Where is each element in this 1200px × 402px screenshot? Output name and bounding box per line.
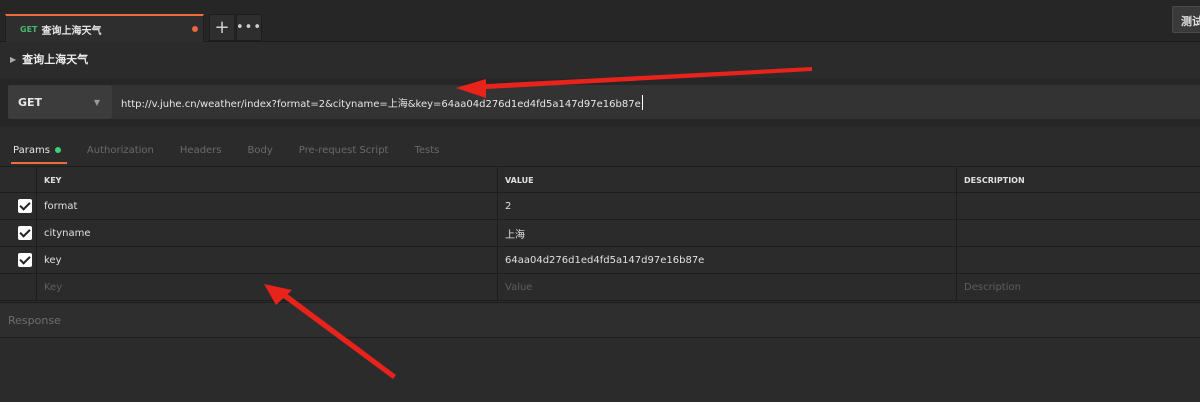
tab-tests[interactable]: Tests — [414, 136, 439, 164]
more-icon: ••• — [236, 20, 263, 35]
tab-authorization[interactable]: Authorization — [87, 136, 154, 164]
table-row: format 2 — [0, 193, 1200, 220]
check-icon[interactable] — [18, 199, 32, 213]
tab-params[interactable]: Params — [11, 136, 67, 164]
tab-body[interactable]: Body — [248, 136, 273, 164]
param-key-field[interactable]: key — [36, 247, 497, 273]
response-panel[interactable]: Response — [0, 302, 1200, 338]
request-name-row: ▶ 查询上海天气 — [0, 44, 1200, 74]
url-bar: GET ▼ http://v.juhe.cn/weather/index?for… — [0, 78, 1200, 126]
request-name[interactable]: 查询上海天气 — [22, 51, 88, 67]
param-value-field[interactable]: 2 — [497, 193, 956, 219]
new-tab-button[interactable]: + — [209, 14, 235, 41]
row-checkbox-cell — [0, 193, 36, 219]
method-select[interactable]: GET ▼ — [8, 85, 112, 119]
param-key-field[interactable]: format — [36, 193, 497, 219]
url-text: http://v.juhe.cn/weather/index?format=2&… — [121, 94, 643, 110]
tab-headers[interactable]: Headers — [180, 136, 222, 164]
response-body-area — [0, 339, 1200, 402]
more-tabs-button[interactable]: ••• — [236, 14, 262, 41]
header-description: DESCRIPTION — [956, 167, 1200, 193]
params-active-dot-icon — [54, 147, 61, 153]
params-table: KEY VALUE DESCRIPTION format 2 cityname … — [0, 166, 1200, 301]
tab-name-label: 查询上海天气 — [41, 25, 102, 37]
new-description-input[interactable]: Description — [956, 274, 1200, 300]
param-description-field[interactable] — [956, 247, 1200, 273]
table-row: key 64aa04d276d1ed4fd5a147d97e16b87e — [0, 247, 1200, 274]
response-label: Response — [8, 313, 61, 327]
request-tabs: Params Authorization Headers Body Pre-re… — [0, 136, 1200, 164]
param-value-field[interactable]: 64aa04d276d1ed4fd5a147d97e16b87e — [497, 247, 956, 273]
unsaved-dot-icon — [192, 26, 198, 32]
header-value: VALUE — [497, 167, 956, 193]
row-checkbox-cell — [0, 274, 36, 300]
url-input[interactable]: http://v.juhe.cn/weather/index?format=2&… — [112, 85, 1200, 119]
check-icon[interactable] — [18, 226, 32, 240]
param-key-field[interactable]: cityname — [36, 220, 497, 246]
param-description-field[interactable] — [956, 220, 1200, 246]
row-checkbox-cell — [0, 247, 36, 273]
chevron-down-icon: ▼ — [93, 98, 100, 107]
method-label: GET — [18, 95, 43, 109]
tab-bar: GET 查询上海天气 + ••• 测试 — [0, 0, 1200, 42]
caret-right-icon[interactable]: ▶ — [10, 55, 16, 64]
tab-method-label: GET — [20, 24, 38, 34]
new-key-input[interactable]: Key — [36, 274, 497, 300]
param-description-field[interactable] — [956, 193, 1200, 219]
check-icon[interactable] — [18, 253, 32, 267]
tab-params-label: Params — [13, 144, 50, 156]
header-key: KEY — [36, 167, 497, 193]
param-value-field[interactable]: 上海 — [497, 220, 956, 246]
top-right-button[interactable]: 测试 — [1172, 6, 1200, 33]
tab-pre-request-script[interactable]: Pre-request Script — [299, 136, 389, 164]
table-header-row: KEY VALUE DESCRIPTION — [0, 166, 1200, 193]
header-checkbox-cell — [0, 167, 36, 193]
table-row: cityname 上海 — [0, 220, 1200, 247]
tab-request-active[interactable]: GET 查询上海天气 — [5, 14, 204, 42]
row-checkbox-cell — [0, 220, 36, 246]
table-row-new: Key Value Description — [0, 274, 1200, 301]
plus-icon: + — [214, 17, 230, 38]
new-value-input[interactable]: Value — [497, 274, 956, 300]
